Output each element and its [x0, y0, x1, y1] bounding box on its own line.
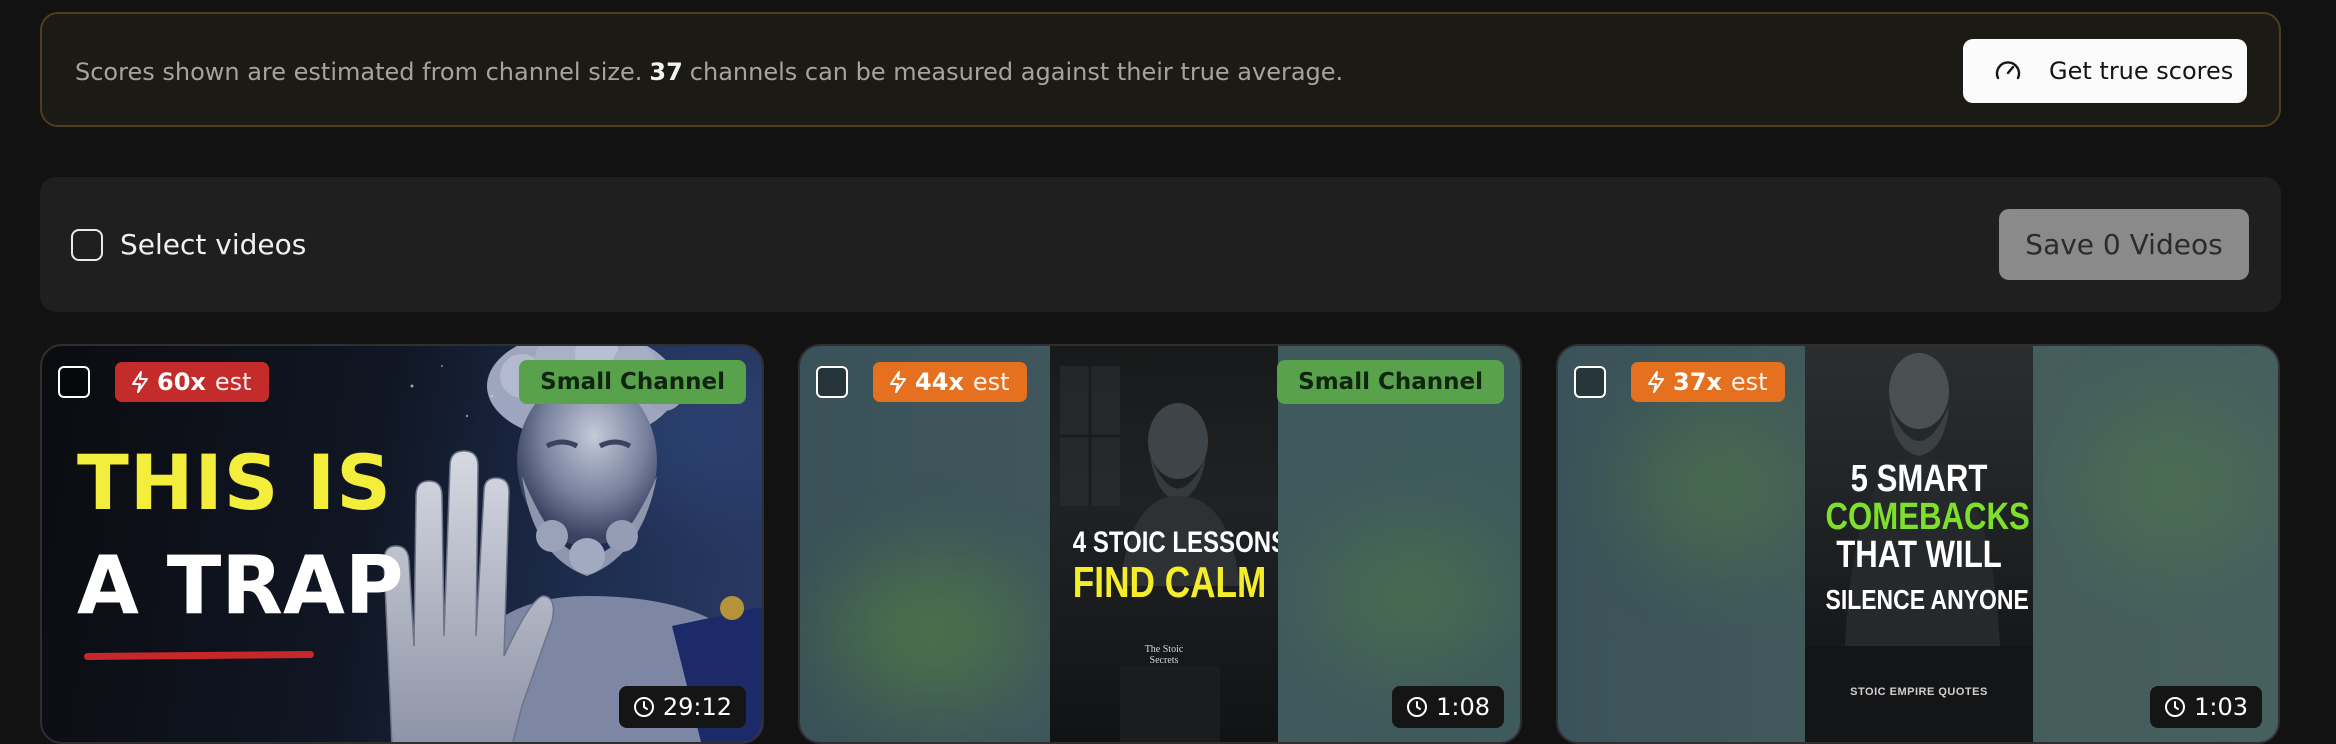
thumbnail-title-line: FIND CALM	[1072, 558, 1267, 607]
thumbnail-title-line: SILENCE ANYONE	[1825, 584, 2029, 615]
lightning-icon	[1648, 371, 1664, 393]
thumbnail-brand-line: Secrets	[1149, 655, 1179, 666]
thumbnail-title-line: COMEBACKS	[1825, 496, 2030, 538]
thumbnail-title-line: THAT WILL	[1836, 534, 2002, 576]
lightning-icon	[890, 371, 906, 393]
save-videos-button[interactable]: Save 0 Videos	[1999, 209, 2249, 280]
duration-text: 29:12	[662, 693, 732, 721]
banner-channel-count: 37	[649, 57, 683, 86]
video-select-checkbox[interactable]	[1574, 366, 1606, 398]
duration-badge: 1:03	[2150, 686, 2262, 728]
video-card[interactable]: 5 SMART COMEBACKS THAT WILL SILENCE ANYO…	[1556, 344, 2280, 744]
gauge-icon	[1995, 61, 2021, 80]
score-multiplier: 60x	[157, 368, 206, 396]
small-channel-badge: Small Channel	[1277, 360, 1504, 404]
clock-icon	[2165, 697, 2186, 717]
thumbnail-brand: STOIC EMPIRE QUOTES	[1850, 686, 1988, 698]
outlier-score-badge: 44x est	[873, 362, 1027, 402]
duration-text: 1:08	[1436, 693, 1490, 721]
select-videos-checkbox[interactable]	[71, 228, 103, 261]
estimate-banner: Scores shown are estimated from channel …	[40, 12, 2281, 127]
lightning-icon	[132, 371, 148, 393]
duration-badge: 29:12	[618, 686, 746, 728]
banner-text-after: channels can be measured against their t…	[689, 57, 1344, 86]
clock-icon	[633, 697, 654, 717]
clock-icon	[1407, 697, 1428, 717]
duration-badge: 1:08	[1392, 686, 1504, 728]
thumbnail-title-line: A TRAP	[77, 539, 404, 632]
outlier-score-badge: 37x est	[1631, 362, 1785, 402]
score-multiplier: 44x	[915, 368, 964, 396]
statue-thumbnail-art	[383, 346, 762, 742]
video-card[interactable]: THIS IS A TRAP 60x est Small Channel 29:…	[40, 344, 764, 744]
get-true-scores-label: Get true scores	[2049, 57, 2234, 85]
select-videos-toggle[interactable]: Select videos	[71, 177, 306, 312]
duration-text: 1:03	[2194, 693, 2248, 721]
selection-toolbar: Select videos Save 0 Videos	[40, 177, 2281, 312]
score-suffix: est	[214, 368, 252, 396]
thumbnail-title-line: THIS IS	[77, 438, 392, 527]
thumbnail-brand: The Stoic Secrets	[1050, 644, 1278, 666]
thumbnail-title-line: 5 SMART	[1850, 458, 1988, 500]
get-true-scores-button[interactable]: Get true scores	[1963, 39, 2247, 103]
video-thumbnail: 4 STOIC LESSONS FIND CALM The Stoic Secr…	[1050, 346, 1278, 742]
red-underline	[83, 650, 315, 661]
video-select-checkbox[interactable]	[58, 366, 90, 398]
score-multiplier: 37x	[1673, 368, 1722, 396]
select-videos-label: Select videos	[120, 228, 307, 261]
video-card[interactable]: 4 STOIC LESSONS FIND CALM The Stoic Secr…	[798, 344, 1522, 744]
score-suffix: est	[972, 368, 1010, 396]
banner-text-before: Scores shown are estimated from channel …	[75, 57, 643, 86]
thumbnail-brand-line: The Stoic	[1144, 644, 1184, 655]
banner-message: Scores shown are estimated from channel …	[75, 14, 1343, 129]
video-select-checkbox[interactable]	[816, 366, 848, 398]
score-suffix: est	[1730, 368, 1768, 396]
outlier-score-badge: 60x est	[115, 362, 269, 402]
small-channel-badge: Small Channel	[519, 360, 746, 404]
thumbnail-title-line: 4 STOIC LESSONS	[1072, 526, 1278, 559]
video-thumbnail: 5 SMART COMEBACKS THAT WILL SILENCE ANYO…	[1805, 346, 2033, 742]
